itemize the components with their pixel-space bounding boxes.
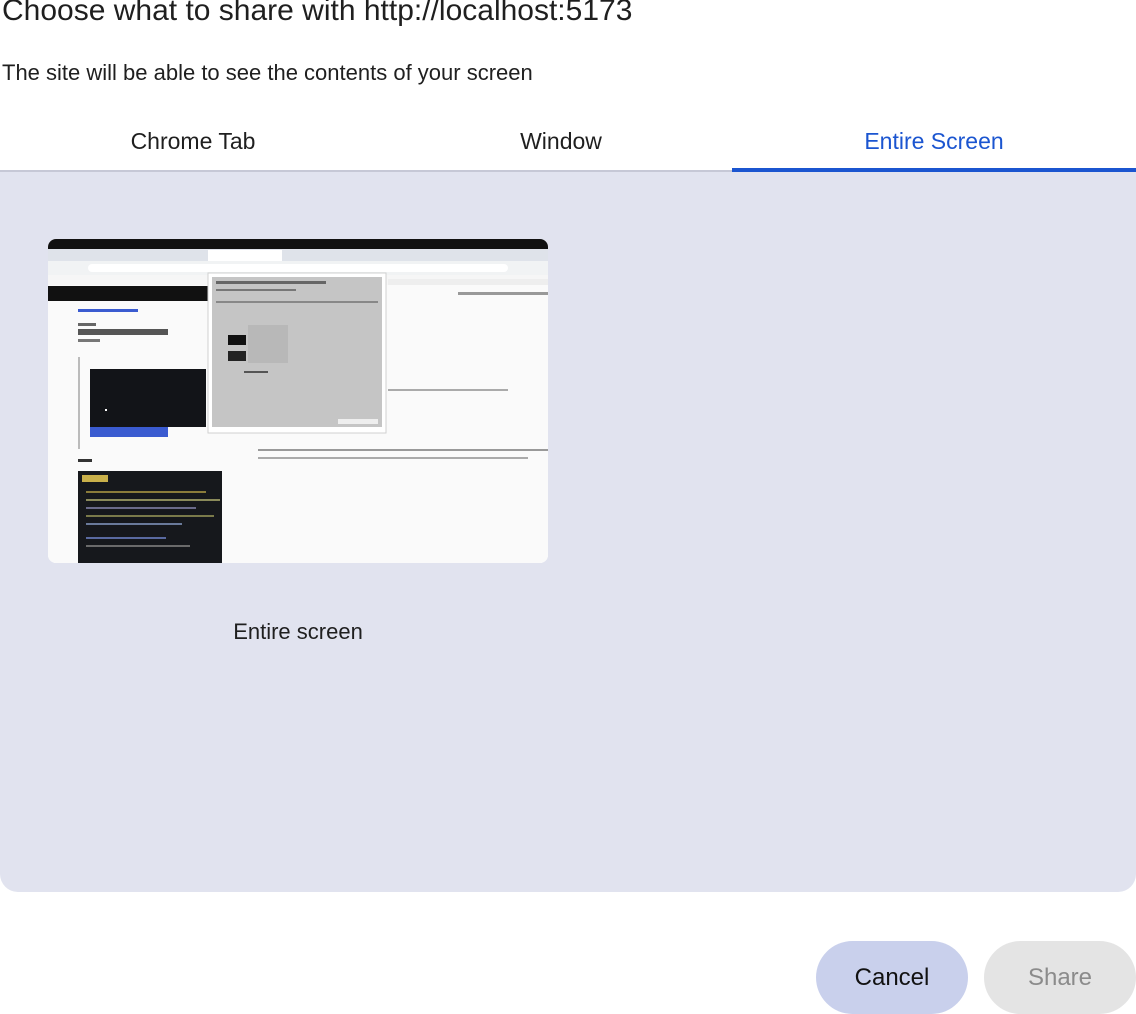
dialog-title: Choose what to share with http://localho… xyxy=(2,0,633,27)
tab-entire-screen[interactable]: Entire Screen xyxy=(732,112,1136,172)
tab-chrome-tab[interactable]: Chrome Tab xyxy=(8,112,378,170)
screen-preview-image xyxy=(48,239,548,563)
dialog-subtitle: The site will be able to see the content… xyxy=(2,60,533,85)
tab-window[interactable]: Window xyxy=(378,112,744,170)
cancel-button[interactable]: Cancel xyxy=(816,941,968,1014)
entire-screen-thumbnail[interactable] xyxy=(48,239,548,563)
source-tabs: Chrome Tab Window Entire Screen xyxy=(0,112,1136,172)
source-list-panel: Entire screen xyxy=(0,172,1136,892)
entire-screen-label: Entire screen xyxy=(233,619,363,644)
share-button[interactable]: Share xyxy=(984,941,1136,1014)
